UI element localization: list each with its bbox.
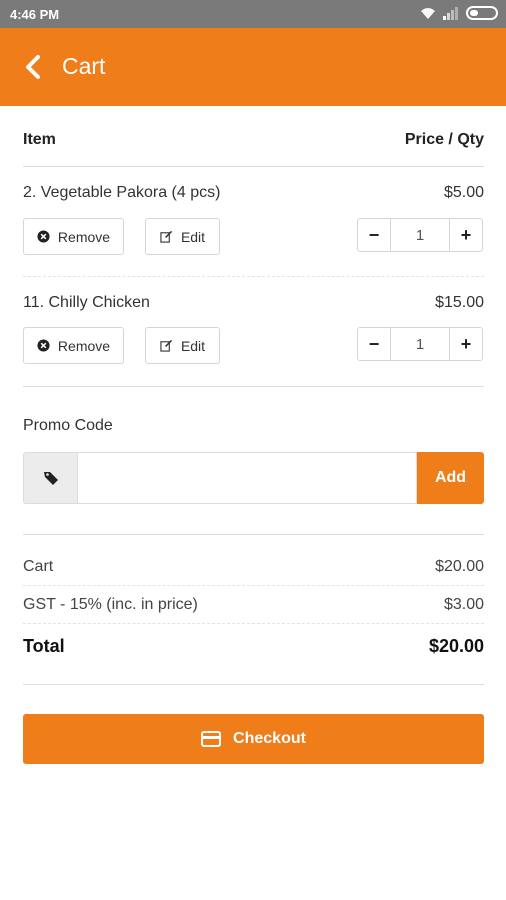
gst-value: $3.00 [443, 596, 484, 613]
edit-button[interactable]: Edit [145, 327, 220, 364]
edit-icon [160, 339, 173, 352]
credit-card-icon [201, 731, 222, 747]
increase-quantity-button[interactable]: + [449, 219, 482, 251]
cart-item-name: 11. Chilly Chicken [23, 294, 150, 311]
edit-icon [160, 230, 173, 243]
chevron-left-icon[interactable] [22, 54, 46, 80]
cart-item-name: 2. Vegetable Pakora (4 pcs) [23, 184, 221, 201]
add-promo-button[interactable]: Add [417, 452, 484, 504]
promo-code-label: Promo Code [23, 417, 113, 434]
quantity-value[interactable]: 1 [391, 328, 449, 360]
cart-item-price: $15.00 [435, 294, 484, 311]
decrease-quantity-button[interactable]: − [358, 328, 391, 360]
quantity-value[interactable]: 1 [391, 219, 449, 251]
remove-label: Remove [57, 337, 111, 354]
remove-label: Remove [57, 228, 111, 245]
total-label: Total [23, 636, 65, 656]
remove-icon [37, 339, 50, 352]
quantity-stepper: − 1 + [357, 218, 483, 252]
promo-code-group: Add [23, 452, 484, 504]
cart-subtotal-value: $20.00 [435, 558, 484, 575]
divider [23, 276, 484, 277]
edit-label: Edit [180, 337, 206, 354]
divider [23, 585, 484, 586]
remove-icon [37, 230, 50, 243]
remove-button[interactable]: Remove [23, 327, 124, 364]
cart-subtotal-label: Cart [23, 558, 54, 575]
promo-code-input[interactable] [77, 452, 417, 504]
status-icons [420, 6, 498, 20]
tag-icon [23, 452, 77, 504]
checkout-label: Checkout [233, 730, 306, 747]
gst-label: GST - 15% (inc. in price) [23, 596, 198, 613]
column-header-item: Item [23, 131, 56, 148]
signal-icon [443, 7, 458, 20]
page-title: Cart [62, 53, 106, 79]
divider [23, 623, 484, 624]
app-bar: Cart [0, 28, 506, 106]
total-value: $20.00 [428, 636, 484, 656]
checkout-button[interactable]: Checkout [23, 714, 484, 764]
divider [23, 386, 484, 387]
divider [23, 684, 484, 685]
divider [23, 166, 484, 167]
edit-button[interactable]: Edit [145, 218, 220, 255]
remove-button[interactable]: Remove [23, 218, 124, 255]
battery-icon [466, 6, 498, 20]
divider [23, 534, 484, 535]
decrease-quantity-button[interactable]: − [358, 219, 391, 251]
cart-item-price: $5.00 [443, 184, 484, 201]
status-bar: 4:46 PM [0, 0, 506, 28]
status-time: 4:46 PM [10, 7, 60, 22]
column-header-price-qty: Price / Qty [404, 131, 484, 148]
increase-quantity-button[interactable]: + [449, 328, 482, 360]
edit-label: Edit [180, 228, 206, 245]
quantity-stepper: − 1 + [357, 327, 483, 361]
wifi-icon [421, 8, 435, 19]
